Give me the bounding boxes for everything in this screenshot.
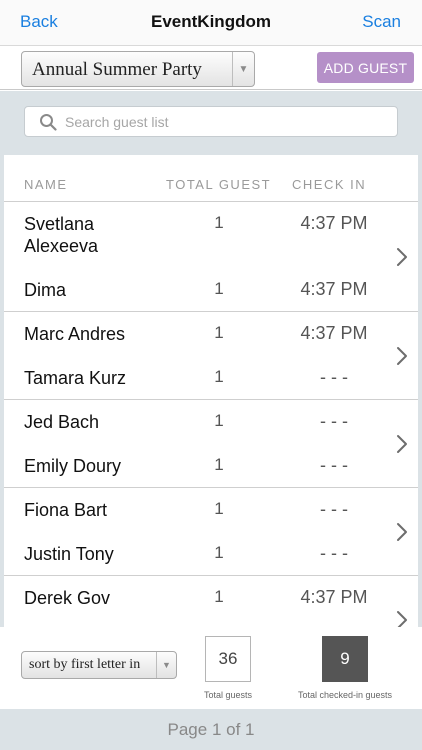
guest-total: 1 xyxy=(214,499,224,518)
guest-checkin-time: - - - xyxy=(320,543,348,563)
guest-total: 1 xyxy=(214,543,224,562)
dropdown-arrow-icon: ▼ xyxy=(232,52,254,86)
search-input[interactable] xyxy=(65,107,385,136)
guest-row[interactable]: Dima 1 4:37 PM xyxy=(4,268,418,312)
guest-checkin-time: 4:37 PM xyxy=(300,213,368,233)
guest-total: 1 xyxy=(214,411,224,430)
total-guests-count: 36 xyxy=(205,636,251,682)
guest-row[interactable]: Tamara Kurz 1 - - - xyxy=(4,356,418,400)
guest-row[interactable]: Justin Tony 1 - - - xyxy=(4,532,418,576)
event-toolbar: Annual Summer Party ▼ ADD GUEST xyxy=(0,46,422,90)
guest-list: NAME TOTAL GUEST CHECK IN Svetlana Alexe… xyxy=(4,155,418,627)
list-footer: sort by first letter in ▼ 36 Total guest… xyxy=(0,627,422,709)
guest-name: Marc Andres xyxy=(24,324,126,344)
guest-checkin-time: - - - xyxy=(320,411,348,431)
app-title: EventKingdom xyxy=(151,12,271,31)
guest-group[interactable]: Jed Bach 1 - - - Emily Doury 1 - - - xyxy=(4,400,418,488)
guest-checkin-time: - - - xyxy=(320,499,348,519)
pagination-bar: Page 1 of 1 xyxy=(0,709,422,750)
page-indicator: Page 1 of 1 xyxy=(167,719,255,739)
guest-group[interactable]: Marc Andres 1 4:37 PM Tamara Kurz 1 - - - xyxy=(4,312,418,400)
guest-group[interactable]: Derek Gov 1 4:37 PM xyxy=(4,576,418,627)
chevron-right-icon[interactable] xyxy=(396,610,408,627)
guest-group[interactable]: Fiona Bart 1 - - - Justin Tony 1 - - - xyxy=(4,488,418,576)
search-icon xyxy=(40,114,57,131)
chevron-right-icon[interactable] xyxy=(396,346,408,366)
guest-name: Justin Tony xyxy=(24,544,114,564)
guest-checkin-time: 4:37 PM xyxy=(300,279,368,299)
checked-in-count: 9 xyxy=(322,636,368,682)
search-area xyxy=(0,91,422,155)
guest-total: 1 xyxy=(214,367,224,386)
guest-name: Jed Bach xyxy=(24,412,100,432)
guest-name: Tamara Kurz xyxy=(24,368,127,388)
guest-list-container: NAME TOTAL GUEST CHECK IN Svetlana Alexe… xyxy=(0,155,422,627)
chevron-right-icon[interactable] xyxy=(396,434,408,454)
guest-name: Derek Gov xyxy=(24,588,111,608)
guest-checkin-time: - - - xyxy=(320,367,348,387)
column-header-checkin: CHECK IN xyxy=(292,177,367,192)
event-select[interactable]: Annual Summer Party ▼ xyxy=(21,51,255,87)
search-box[interactable] xyxy=(24,106,398,137)
sort-select[interactable]: sort by first letter in ▼ xyxy=(21,651,177,679)
guest-row[interactable]: Derek Gov 1 4:37 PM xyxy=(4,576,418,620)
total-guests-label: Total guests xyxy=(203,690,253,700)
guest-group[interactable]: Svetlana Alexeeva 1 4:37 PM Dima 1 4:37 PM xyxy=(4,202,418,312)
scan-button[interactable]: Scan xyxy=(362,12,401,32)
nav-bar: Back EventKingdom Scan xyxy=(0,0,422,46)
guest-row[interactable]: Fiona Bart 1 - - - xyxy=(4,488,418,532)
column-header-total: TOTAL GUEST xyxy=(166,177,272,192)
checked-in-label: Total checked-in guests xyxy=(297,690,393,700)
dropdown-arrow-icon: ▼ xyxy=(156,652,176,678)
guest-total: 1 xyxy=(214,455,224,474)
guest-total: 1 xyxy=(214,587,224,606)
chevron-right-icon[interactable] xyxy=(396,522,408,542)
guest-name: Dima xyxy=(24,280,67,300)
chevron-right-icon[interactable] xyxy=(396,247,408,267)
guest-total: 1 xyxy=(214,213,224,232)
guest-checkin-time: 4:37 PM xyxy=(300,323,368,343)
guest-name: Emily Doury xyxy=(24,456,122,476)
guest-row[interactable]: Jed Bach 1 - - - xyxy=(4,400,418,444)
guest-row[interactable]: Marc Andres 1 4:37 PM xyxy=(4,312,418,356)
guest-total: 1 xyxy=(214,323,224,342)
sort-select-value: sort by first letter in xyxy=(29,657,141,672)
guest-checkin-time: 4:37 PM xyxy=(300,587,368,607)
guest-name: Svetlana Alexeeva xyxy=(24,214,99,256)
guest-row[interactable]: Svetlana Alexeeva 1 4:37 PM xyxy=(4,202,418,268)
guest-row[interactable]: Emily Doury 1 - - - xyxy=(4,444,418,488)
event-select-value: Annual Summer Party xyxy=(32,59,202,80)
list-header: NAME TOTAL GUEST CHECK IN xyxy=(4,155,418,202)
column-header-name: NAME xyxy=(24,177,68,192)
guest-checkin-time: - - - xyxy=(320,455,348,475)
guest-total: 1 xyxy=(214,279,224,298)
add-guest-button[interactable]: ADD GUEST xyxy=(317,52,414,83)
guest-name: Fiona Bart xyxy=(24,500,108,520)
